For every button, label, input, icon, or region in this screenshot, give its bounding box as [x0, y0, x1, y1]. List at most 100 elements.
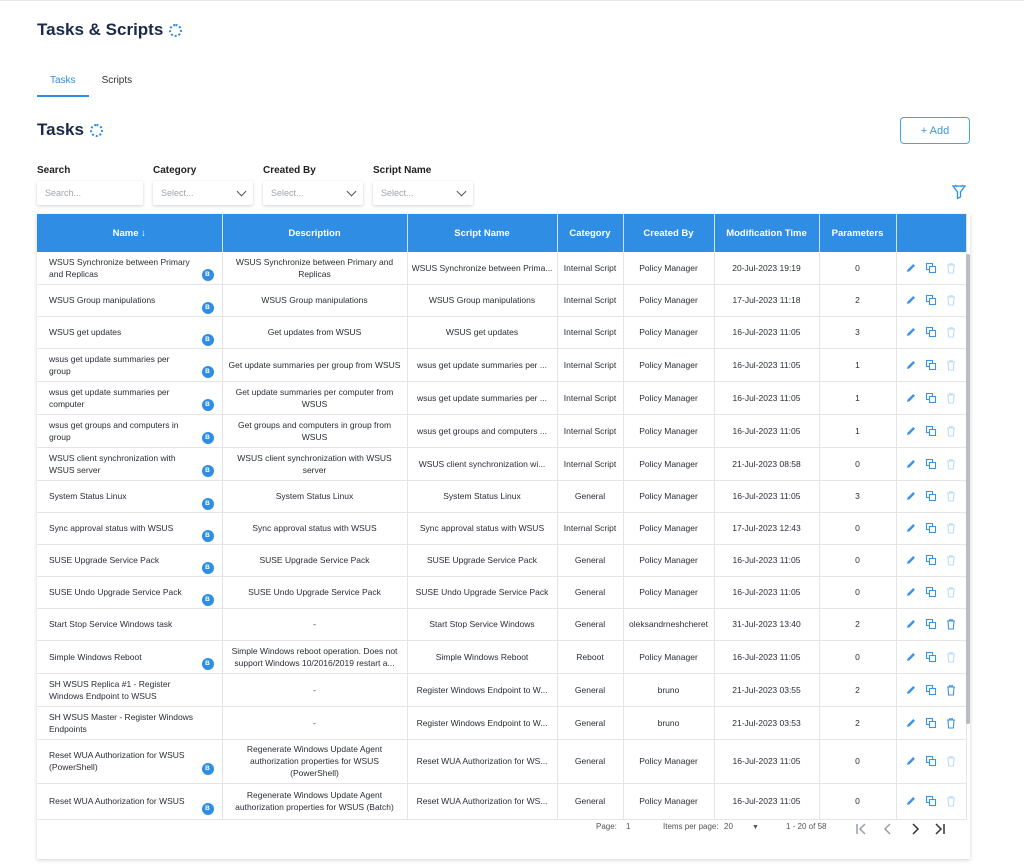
category-select[interactable]: Select...: [153, 181, 253, 205]
copy-icon[interactable]: [925, 359, 937, 371]
edit-icon[interactable]: [905, 522, 917, 534]
cell-name[interactable]: WSUS Synchronize between Primary and Rep…: [37, 252, 223, 285]
copy-icon[interactable]: [925, 522, 937, 534]
copy-icon[interactable]: [925, 651, 937, 663]
copy-icon[interactable]: [925, 586, 937, 598]
edit-icon[interactable]: [905, 262, 917, 274]
table-row[interactable]: Start Stop Service Windows task - Start St…: [37, 608, 967, 641]
copy-icon[interactable]: [925, 326, 937, 338]
edit-icon[interactable]: [905, 326, 917, 338]
table-row[interactable]: wsus get update summaries per computer B G…: [37, 381, 967, 415]
delete-icon[interactable]: [945, 522, 957, 534]
page-number[interactable]: 1: [626, 822, 630, 831]
cell-name[interactable]: wsus get update summaries per computer B: [37, 381, 223, 415]
delete-icon[interactable]: [945, 684, 957, 696]
cell-name[interactable]: SUSE Undo Upgrade Service Pack B: [37, 576, 223, 609]
search-input[interactable]: Search...: [37, 181, 143, 205]
last-page-icon[interactable]: [934, 823, 946, 835]
edit-icon[interactable]: [905, 294, 917, 306]
delete-icon[interactable]: [945, 458, 957, 470]
column-header-created-by[interactable]: Created By: [623, 214, 715, 252]
delete-icon[interactable]: [945, 795, 957, 807]
copy-icon[interactable]: [925, 795, 937, 807]
table-row[interactable]: WSUS client synchronization with WSUS se…: [37, 447, 967, 481]
tab-scripts[interactable]: Scripts: [89, 70, 146, 97]
table-row[interactable]: Simple Windows Reboot B Simple Windows reb…: [37, 640, 967, 674]
copy-icon[interactable]: [925, 684, 937, 696]
copy-icon[interactable]: [925, 294, 937, 306]
cell-name[interactable]: Sync approval status with WSUS B: [37, 512, 223, 545]
cell-name[interactable]: WSUS Group manipulations B: [37, 284, 223, 317]
clear-filter-icon[interactable]: [952, 184, 966, 200]
cell-name[interactable]: Start Stop Service Windows task: [37, 608, 223, 641]
table-row[interactable]: System Status Linux B System Status Linux S…: [37, 480, 967, 513]
cell-name[interactable]: Reset WUA Authorization for WSUS (PowerS…: [37, 739, 223, 784]
column-header-script-name[interactable]: Script Name: [407, 214, 558, 252]
table-row[interactable]: Reset WUA Authorization for WSUS B Regener…: [37, 783, 967, 820]
add-task-button[interactable]: + Add: [900, 117, 970, 144]
edit-icon[interactable]: [905, 651, 917, 663]
delete-icon[interactable]: [945, 717, 957, 729]
caret-down-icon[interactable]: ▼: [752, 824, 759, 831]
table-row[interactable]: SH WSUS Replica #1 - Register Windows En…: [37, 673, 967, 707]
cell-name[interactable]: Simple Windows Reboot B: [37, 640, 223, 674]
delete-icon[interactable]: [945, 262, 957, 274]
edit-icon[interactable]: [905, 490, 917, 502]
edit-icon[interactable]: [905, 717, 917, 729]
delete-icon[interactable]: [945, 755, 957, 767]
edit-icon[interactable]: [905, 586, 917, 598]
table-row[interactable]: SUSE Undo Upgrade Service Pack B SUSE Undo…: [37, 576, 967, 609]
previous-page-icon[interactable]: [882, 823, 894, 835]
first-page-icon[interactable]: [855, 823, 867, 835]
delete-icon[interactable]: [945, 326, 957, 338]
edit-icon[interactable]: [905, 755, 917, 767]
table-scrollbar[interactable]: [966, 254, 970, 724]
cell-name[interactable]: wsus get update summaries per group B: [37, 348, 223, 382]
column-header-name[interactable]: Name ↓: [37, 214, 223, 252]
cell-name[interactable]: SH WSUS Replica #1 - Register Windows En…: [37, 673, 223, 707]
copy-icon[interactable]: [925, 425, 937, 437]
cell-name[interactable]: Reset WUA Authorization for WSUS B: [37, 783, 223, 820]
delete-icon[interactable]: [945, 359, 957, 371]
delete-icon[interactable]: [945, 586, 957, 598]
tab-tasks[interactable]: Tasks: [37, 70, 89, 97]
column-header-parameters[interactable]: Parameters: [819, 214, 897, 252]
edit-icon[interactable]: [905, 425, 917, 437]
column-header-description[interactable]: Description: [222, 214, 408, 252]
delete-icon[interactable]: [945, 651, 957, 663]
table-row[interactable]: SH WSUS Master - Register Windows Endpoi…: [37, 706, 967, 740]
next-page-icon[interactable]: [909, 823, 921, 835]
table-row[interactable]: SUSE Upgrade Service Pack B SUSE Upgrade S…: [37, 544, 967, 577]
cell-name[interactable]: System Status Linux B: [37, 480, 223, 513]
delete-icon[interactable]: [945, 425, 957, 437]
edit-icon[interactable]: [905, 458, 917, 470]
copy-icon[interactable]: [925, 490, 937, 502]
copy-icon[interactable]: [925, 392, 937, 404]
refresh-icon[interactable]: [169, 23, 183, 37]
copy-icon[interactable]: [925, 458, 937, 470]
delete-icon[interactable]: [945, 294, 957, 306]
copy-icon[interactable]: [925, 262, 937, 274]
table-row[interactable]: WSUS Synchronize between Primary and Rep…: [37, 252, 967, 285]
copy-icon[interactable]: [925, 755, 937, 767]
table-row[interactable]: WSUS Group manipulations B WSUS Group mani…: [37, 284, 967, 317]
cell-name[interactable]: SH WSUS Master - Register Windows Endpoi…: [37, 706, 223, 740]
created-by-select[interactable]: Select...: [263, 181, 363, 205]
delete-icon[interactable]: [945, 490, 957, 502]
delete-icon[interactable]: [945, 618, 957, 630]
delete-icon[interactable]: [945, 392, 957, 404]
items-per-page-value[interactable]: 20: [724, 822, 733, 831]
cell-name[interactable]: SUSE Upgrade Service Pack B: [37, 544, 223, 577]
table-row[interactable]: WSUS get updates B Get updates from WSUS WS…: [37, 316, 967, 349]
table-row[interactable]: Sync approval status with WSUS B Sync appr…: [37, 512, 967, 545]
cell-name[interactable]: WSUS client synchronization with WSUS se…: [37, 447, 223, 481]
copy-icon[interactable]: [925, 618, 937, 630]
delete-icon[interactable]: [945, 554, 957, 566]
cell-name[interactable]: WSUS get updates B: [37, 316, 223, 349]
edit-icon[interactable]: [905, 359, 917, 371]
table-row[interactable]: Reset WUA Authorization for WSUS (PowerS…: [37, 739, 967, 784]
column-header-category[interactable]: Category: [557, 214, 624, 252]
edit-icon[interactable]: [905, 795, 917, 807]
column-header-modification-time[interactable]: Modification Time: [714, 214, 820, 252]
edit-icon[interactable]: [905, 392, 917, 404]
